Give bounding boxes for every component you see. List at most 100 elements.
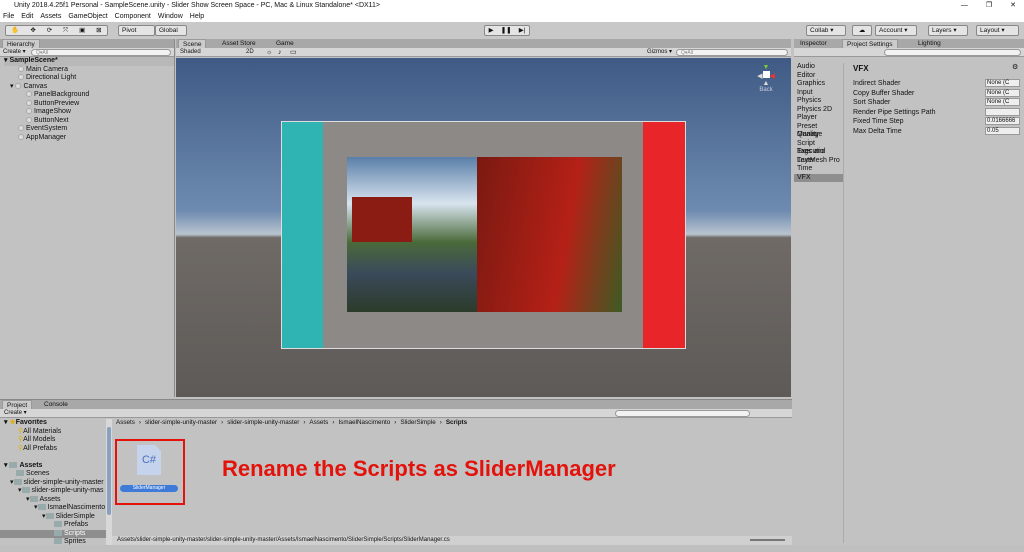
crumb[interactable]: slider-simple-unity-master [145, 419, 217, 427]
scene-orientation-gizmo[interactable]: ▼ ◀ ◀ ▲ Back [748, 64, 784, 114]
category-vfx[interactable]: VFX [794, 173, 843, 182]
lighting-toggle-icon[interactable]: ☼ [266, 48, 272, 57]
tree-item[interactable]: Prefabs [0, 521, 106, 530]
scale-tool-icon[interactable]: ⤧ [63, 26, 68, 35]
category-editor[interactable]: Editor [797, 72, 843, 81]
category-physics-2d[interactable]: Physics 2D [797, 106, 843, 115]
tree-item[interactable]: ⚲All Prefabs [0, 445, 106, 454]
tab-asset-store[interactable]: Asset Store [218, 39, 260, 48]
image-show[interactable] [347, 157, 622, 312]
crumb[interactable]: IsmaelNascimento [338, 419, 390, 427]
crumb[interactable]: Assets [309, 419, 328, 427]
step-icon[interactable]: ▶| [519, 26, 526, 35]
create-button[interactable]: Create ▾ [3, 48, 26, 57]
layout-button[interactable]: Layout ▾ [976, 25, 1019, 36]
crumb[interactable]: SliderSimple [400, 419, 435, 427]
tree-item[interactable]: ⚲All Models [0, 436, 106, 445]
cloud-icon[interactable]: ☁ [852, 25, 872, 36]
indirect-shader-field[interactable]: None (C [985, 79, 1020, 87]
assets-node[interactable]: ▾ Assets [0, 462, 106, 471]
tree-item[interactable]: ▾ slider-simple-unity-mas [0, 487, 106, 496]
global-button[interactable]: Global [155, 25, 187, 36]
category-time[interactable]: Time [797, 165, 843, 174]
tab-lighting[interactable]: Lighting [914, 39, 945, 48]
crumb[interactable]: slider-simple-unity-master [227, 419, 299, 427]
menu-edit[interactable]: Edit [21, 11, 33, 22]
tree-item[interactable]: ⚲All Materials [0, 428, 106, 437]
category-input[interactable]: Input [797, 89, 843, 98]
pivot-button[interactable]: Pivot [118, 25, 155, 36]
category-textmesh-pro[interactable]: TextMesh Pro [797, 157, 843, 166]
file-name-rename-field[interactable]: SliderManager [120, 485, 178, 492]
move-tool-icon[interactable]: ✥ [30, 26, 35, 35]
menu-window[interactable]: Window [158, 11, 183, 22]
settings-gear-icon[interactable]: ⚙ [1012, 63, 1018, 71]
tab-game[interactable]: Game [272, 39, 298, 48]
maximize-button[interactable]: ❐ [986, 0, 992, 11]
favorites-node[interactable]: ▾ ★Favorites [0, 419, 106, 428]
rotate-tool-icon[interactable]: ⟳ [47, 26, 52, 35]
project-tree-scrollbar[interactable] [106, 419, 112, 545]
canvas-panel-background[interactable] [281, 121, 686, 349]
collab-button[interactable]: Collab ▾ [806, 25, 846, 36]
tab-inspector[interactable]: Inspector [796, 39, 831, 48]
copy-buffer-shader-field[interactable]: None (C [985, 88, 1020, 97]
icon-size-slider[interactable] [750, 539, 785, 541]
pause-icon[interactable]: ❚❚ [501, 26, 512, 35]
crumb[interactable]: Assets [116, 419, 135, 427]
audio-toggle-icon[interactable]: ♪ [278, 48, 282, 57]
hand-tool-icon[interactable]: ✋ [11, 26, 19, 35]
category-tags-layers[interactable]: Tags and Layer [797, 148, 843, 164]
account-button[interactable]: Account ▾ [875, 25, 917, 36]
effects-toggle-icon[interactable]: ▭ [290, 48, 297, 57]
tree-item[interactable]: AppManager [4, 134, 174, 143]
scene-search[interactable]: Q▾All [676, 49, 788, 56]
transform-tool-icon[interactable]: ⊠ [96, 26, 101, 35]
tree-item[interactable]: EventSystem [4, 125, 174, 134]
menu-gameobject[interactable]: GameObject [68, 11, 107, 22]
tree-item[interactable]: ▾ Assets [0, 496, 106, 505]
tab-hierarchy[interactable]: Hierarchy [2, 39, 40, 48]
max-delta-time-field[interactable]: 0.05 [985, 126, 1020, 135]
menu-help[interactable]: Help [190, 11, 204, 22]
scene-root[interactable]: ▾ SampleScene* [4, 57, 174, 66]
settings-search[interactable] [884, 49, 1021, 56]
tab-scene[interactable]: Scene [178, 39, 207, 48]
close-button[interactable]: ✕ [1010, 0, 1016, 11]
sort-shader-field[interactable]: None (C [985, 98, 1020, 106]
menu-component[interactable]: Component [115, 11, 151, 22]
button-preview[interactable] [282, 122, 323, 348]
tree-item-selected[interactable]: Scripts [0, 529, 106, 538]
crumb[interactable]: Scripts [446, 419, 467, 427]
tree-item[interactable]: PanelBackground [4, 91, 174, 100]
tree-item[interactable]: Scenes [0, 470, 106, 479]
minimize-button[interactable]: — [961, 0, 968, 11]
render-pipe-settings-field[interactable] [985, 107, 1020, 116]
gizmos-dropdown[interactable]: Gizmos ▾ [647, 48, 672, 57]
shading-dropdown[interactable]: Shaded [180, 48, 201, 57]
play-icon[interactable]: ▶ [489, 26, 494, 35]
menu-file[interactable]: File [3, 11, 14, 22]
category-graphics[interactable]: Graphics [797, 80, 843, 89]
tree-item[interactable]: ImageShow [4, 108, 174, 117]
tree-item[interactable]: ▾ Canvas [4, 83, 174, 92]
category-audio[interactable]: Audio [797, 63, 843, 72]
button-next[interactable] [643, 122, 685, 348]
tree-item[interactable]: ▾ slider-simple-unity-master [0, 479, 106, 488]
csharp-file-icon[interactable]: C# [137, 445, 161, 475]
layers-button[interactable]: Layers ▾ [928, 25, 968, 36]
category-physics[interactable]: Physics [797, 97, 843, 106]
fixed-time-step-field[interactable]: 0.0166666 [985, 117, 1020, 125]
rect-tool-icon[interactable]: ▣ [79, 26, 85, 35]
tab-console[interactable]: Console [40, 400, 72, 409]
project-search[interactable] [615, 410, 750, 417]
tab-project-settings[interactable]: Project Settings [842, 39, 898, 48]
project-create-button[interactable]: Create ▾ [4, 409, 27, 418]
tab-project[interactable]: Project [2, 400, 33, 409]
hierarchy-search[interactable]: Q▾All [31, 49, 171, 56]
category-player[interactable]: Player [797, 114, 843, 123]
scene-viewport[interactable]: ▼ ◀ ◀ ▲ Back [176, 58, 791, 397]
tree-item[interactable]: Main Camera [4, 66, 174, 75]
tree-item[interactable]: ▾ SliderSimple [0, 513, 106, 522]
tree-item[interactable]: Directional Light [4, 74, 174, 83]
